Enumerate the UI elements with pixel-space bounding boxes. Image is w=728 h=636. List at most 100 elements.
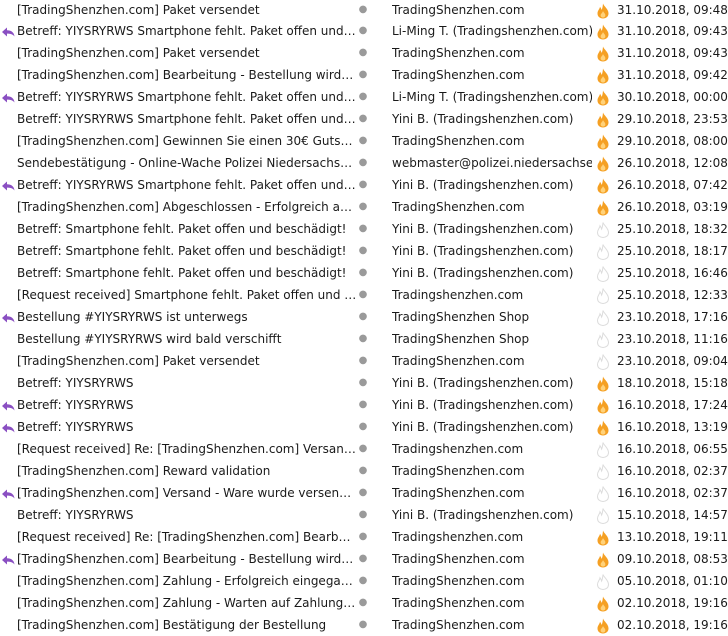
message-row[interactable]: [TradingShenzhen.com] Zahlung - Warten a… (0, 592, 728, 614)
message-row[interactable]: [TradingShenzhen.com] Paket versendet ● … (0, 42, 728, 64)
flame-icon-inactive[interactable] (593, 438, 613, 460)
read-status-icon[interactable]: ● (356, 196, 370, 218)
flame-icon-active[interactable] (593, 152, 613, 174)
read-status-icon[interactable]: ● (356, 438, 370, 460)
message-row[interactable]: Sendebestätigung - Online-Wache Polizei … (0, 152, 728, 174)
flame-icon-inactive[interactable] (593, 504, 613, 526)
flame-icon-inactive[interactable] (593, 262, 613, 284)
flame-icon-inactive[interactable] (593, 218, 613, 240)
read-status-icon[interactable]: ● (356, 482, 370, 504)
message-sender: TradingShenzhen.com (392, 552, 525, 566)
message-row[interactable]: [TradingShenzhen.com] Bestätigung der Be… (0, 614, 728, 636)
flame-icon-active[interactable] (593, 372, 613, 394)
read-status-icon[interactable]: ● (356, 284, 370, 306)
message-row[interactable]: [TradingShenzhen.com] Reward validation … (0, 460, 728, 482)
flame-icon-active[interactable] (593, 614, 613, 636)
read-status-icon[interactable]: ● (356, 42, 370, 64)
message-row[interactable]: Betreff: YIYSRYRWS Smartphone fehlt. Pak… (0, 108, 728, 130)
read-status-icon[interactable]: ● (356, 372, 370, 394)
message-row[interactable]: [TradingShenzhen.com] Bearbeitung - Best… (0, 548, 728, 570)
flame-icon-inactive[interactable] (593, 284, 613, 306)
flame-icon-inactive[interactable] (593, 482, 613, 504)
message-row[interactable]: [TradingShenzhen.com] Abgeschlossen - Er… (0, 196, 728, 218)
flame-icon-active[interactable] (593, 174, 613, 196)
message-subject: Bestellung #YIYSRYRWS wird bald verschif… (17, 332, 282, 346)
read-status-icon[interactable]: ● (356, 350, 370, 372)
read-status-icon[interactable]: ● (356, 130, 370, 152)
flame-icon-active[interactable] (593, 20, 613, 42)
reply-arrow-icon (1, 86, 15, 108)
read-status-icon[interactable]: ● (356, 20, 370, 42)
message-row[interactable]: [TradingShenzhen.com] Paket versendet ● … (0, 0, 728, 20)
flame-icon-inactive[interactable] (593, 306, 613, 328)
message-row[interactable]: Betreff: Smartphone fehlt. Paket offen u… (0, 240, 728, 262)
read-status-icon[interactable]: ● (356, 570, 370, 592)
message-row[interactable]: [Request received] Smartphone fehlt. Pak… (0, 284, 728, 306)
read-status-icon[interactable]: ● (356, 548, 370, 570)
message-row[interactable]: Betreff: YIYSRYRWS ● Yini B. (Tradingshe… (0, 416, 728, 438)
flame-icon-active[interactable] (593, 394, 613, 416)
read-status-icon[interactable]: ● (356, 262, 370, 284)
read-status-icon[interactable]: ● (356, 592, 370, 614)
flame-icon-active[interactable] (593, 548, 613, 570)
message-date: 23.10.2018, 09:04 (617, 354, 728, 368)
read-status-icon[interactable]: ● (356, 416, 370, 438)
read-status-icon[interactable]: ● (356, 218, 370, 240)
read-status-icon[interactable]: ● (356, 0, 370, 20)
flame-icon-active[interactable] (593, 416, 613, 438)
message-row[interactable]: [TradingShenzhen.com] Versand - Ware wur… (0, 482, 728, 504)
message-subject: Betreff: YIYSRYRWS (17, 420, 134, 434)
read-status-icon[interactable]: ● (356, 240, 370, 262)
read-status-icon[interactable]: ● (356, 306, 370, 328)
read-status-icon[interactable]: ● (356, 394, 370, 416)
message-row[interactable]: [TradingShenzhen.com] Zahlung - Erfolgre… (0, 570, 728, 592)
flame-icon-inactive[interactable] (593, 570, 613, 592)
message-sender: TradingShenzhen.com (392, 200, 525, 214)
reply-arrow-icon (1, 394, 15, 416)
message-row[interactable]: [TradingShenzhen.com] Gewinnen Sie einen… (0, 130, 728, 152)
message-subject: Betreff: YIYSRYRWS Smartphone fehlt. Pak… (17, 90, 357, 104)
read-status-icon[interactable]: ● (356, 64, 370, 86)
flame-icon-active[interactable] (593, 592, 613, 614)
flame-icon-active[interactable] (593, 86, 613, 108)
flame-icon-inactive[interactable] (593, 350, 613, 372)
message-row[interactable]: Betreff: YIYSRYRWS ● Yini B. (Tradingshe… (0, 372, 728, 394)
message-row[interactable]: [TradingShenzhen.com] Bearbeitung - Best… (0, 64, 728, 86)
message-row[interactable]: [Request received] Re: [TradingShenzhen.… (0, 526, 728, 548)
message-row[interactable]: [Request received] Re: [TradingShenzhen.… (0, 438, 728, 460)
flame-icon-active[interactable] (593, 64, 613, 86)
message-row[interactable]: Betreff: YIYSRYRWS Smartphone fehlt. Pak… (0, 20, 728, 42)
read-status-icon[interactable]: ● (356, 460, 370, 482)
flame-icon-inactive[interactable] (593, 240, 613, 262)
read-status-icon[interactable]: ● (356, 86, 370, 108)
read-status-icon[interactable]: ● (356, 526, 370, 548)
flame-icon-active[interactable] (593, 130, 613, 152)
read-status-icon[interactable]: ● (356, 152, 370, 174)
read-status-icon[interactable]: ● (356, 174, 370, 196)
read-status-icon[interactable]: ● (356, 108, 370, 130)
reply-arrow-icon (1, 416, 15, 438)
flame-icon-active[interactable] (593, 196, 613, 218)
message-sender: Yini B. (Tradingshenzhen.com) (392, 376, 574, 390)
message-row[interactable]: Betreff: YIYSRYRWS Smartphone fehlt. Pak… (0, 174, 728, 196)
message-row[interactable]: Bestellung #YIYSRYRWS wird bald verschif… (0, 328, 728, 350)
message-row[interactable]: Betreff: YIYSRYRWS ● Yini B. (Tradingshe… (0, 394, 728, 416)
message-row[interactable]: Betreff: Smartphone fehlt. Paket offen u… (0, 262, 728, 284)
message-row[interactable]: Betreff: Smartphone fehlt. Paket offen u… (0, 218, 728, 240)
flame-icon-active[interactable] (593, 0, 613, 20)
flame-icon-active[interactable] (593, 108, 613, 130)
message-sender: TradingShenzhen.com (392, 574, 525, 588)
flame-icon-active[interactable] (593, 42, 613, 64)
flame-icon-active[interactable] (593, 526, 613, 548)
message-date: 30.10.2018, 00:00 (617, 90, 728, 104)
message-row[interactable]: [TradingShenzhen.com] Paket versendet ● … (0, 350, 728, 372)
message-row[interactable]: Bestellung #YIYSRYRWS ist unterwegs ● Tr… (0, 306, 728, 328)
read-status-icon[interactable]: ● (356, 504, 370, 526)
flame-icon-inactive[interactable] (593, 328, 613, 350)
flame-icon-inactive[interactable] (593, 460, 613, 482)
read-status-icon[interactable]: ● (356, 614, 370, 636)
message-row[interactable]: Betreff: YIYSRYRWS Smartphone fehlt. Pak… (0, 86, 728, 108)
read-status-icon[interactable]: ● (356, 328, 370, 350)
message-sender: Yini B. (Tradingshenzhen.com) (392, 508, 574, 522)
message-row[interactable]: Betreff: YIYSRYRWS ● Yini B. (Tradingshe… (0, 504, 728, 526)
